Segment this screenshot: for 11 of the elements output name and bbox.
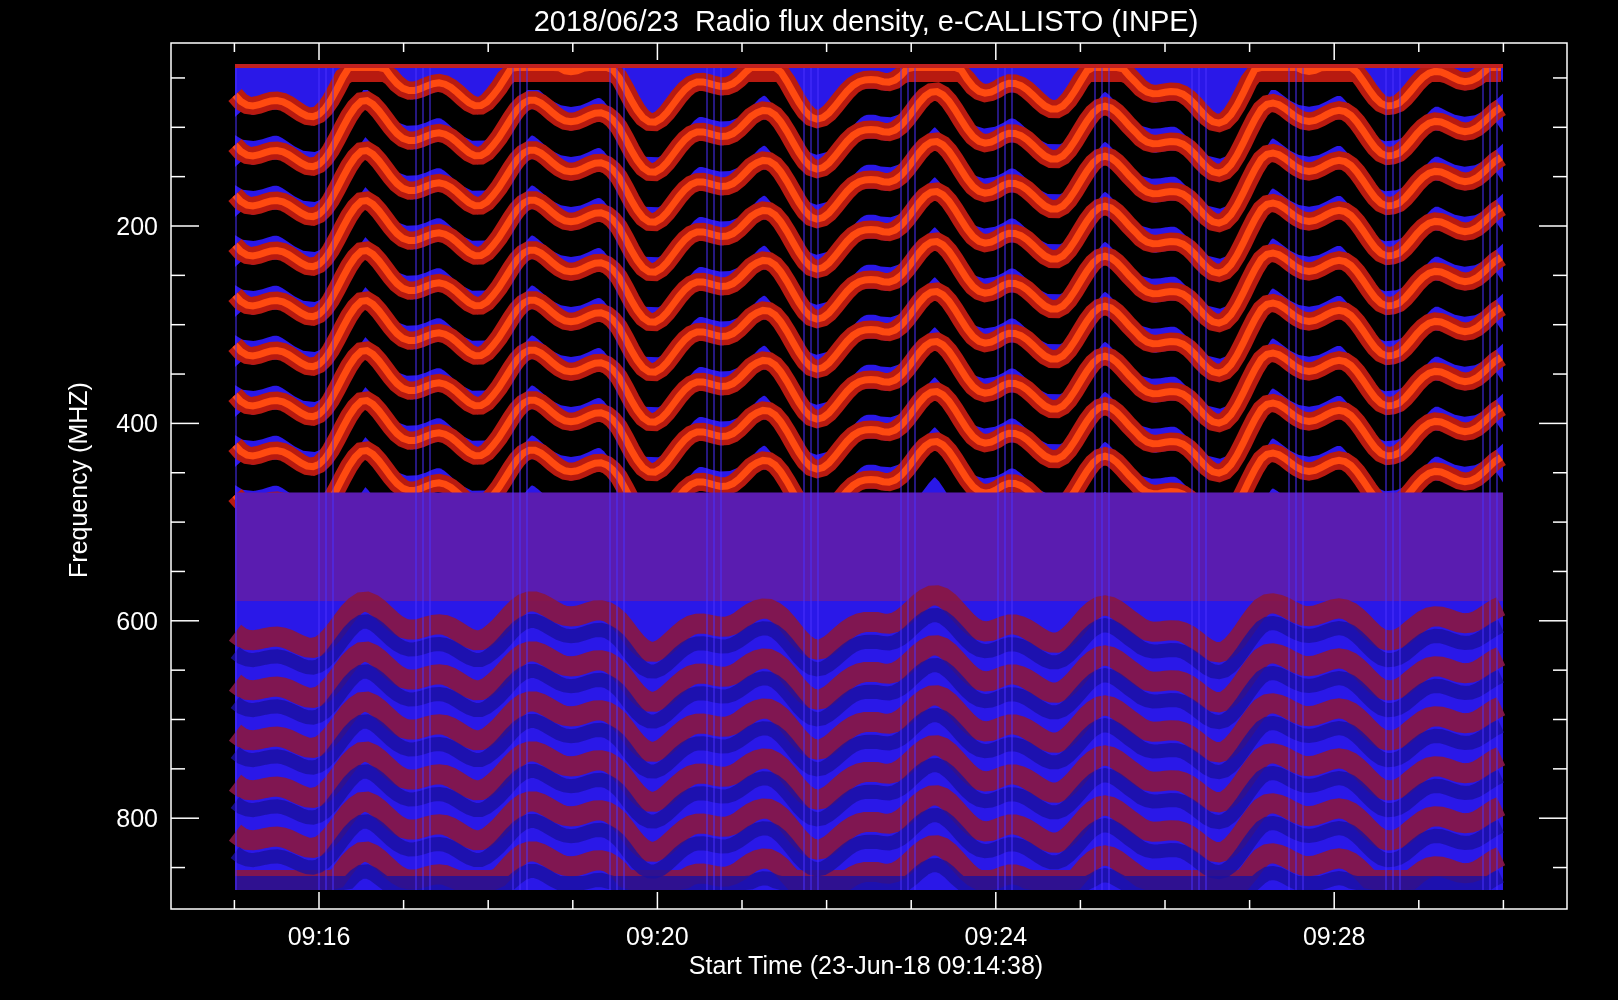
x-tick-label: 09:16 — [287, 922, 351, 950]
y-axis-label: Frequency (MHZ) — [64, 382, 92, 578]
x-axis-label: Start Time (23-Jun-18 09:14:38) — [688, 951, 1044, 979]
chart-title: 2018/06/23 Radio flux density, e-CALLISTO (INPE) — [533, 5, 1199, 37]
y-tick-label: 400 — [116, 409, 158, 438]
y-tick-label: 600 — [116, 606, 158, 635]
x-tick-label: 09:28 — [1302, 922, 1366, 950]
x-tick-label: 09:24 — [964, 922, 1028, 950]
y-tick-label: 200 — [116, 212, 158, 240]
x-tick-label: 09:20 — [626, 922, 689, 950]
y-tick-label: 800 — [116, 804, 158, 833]
